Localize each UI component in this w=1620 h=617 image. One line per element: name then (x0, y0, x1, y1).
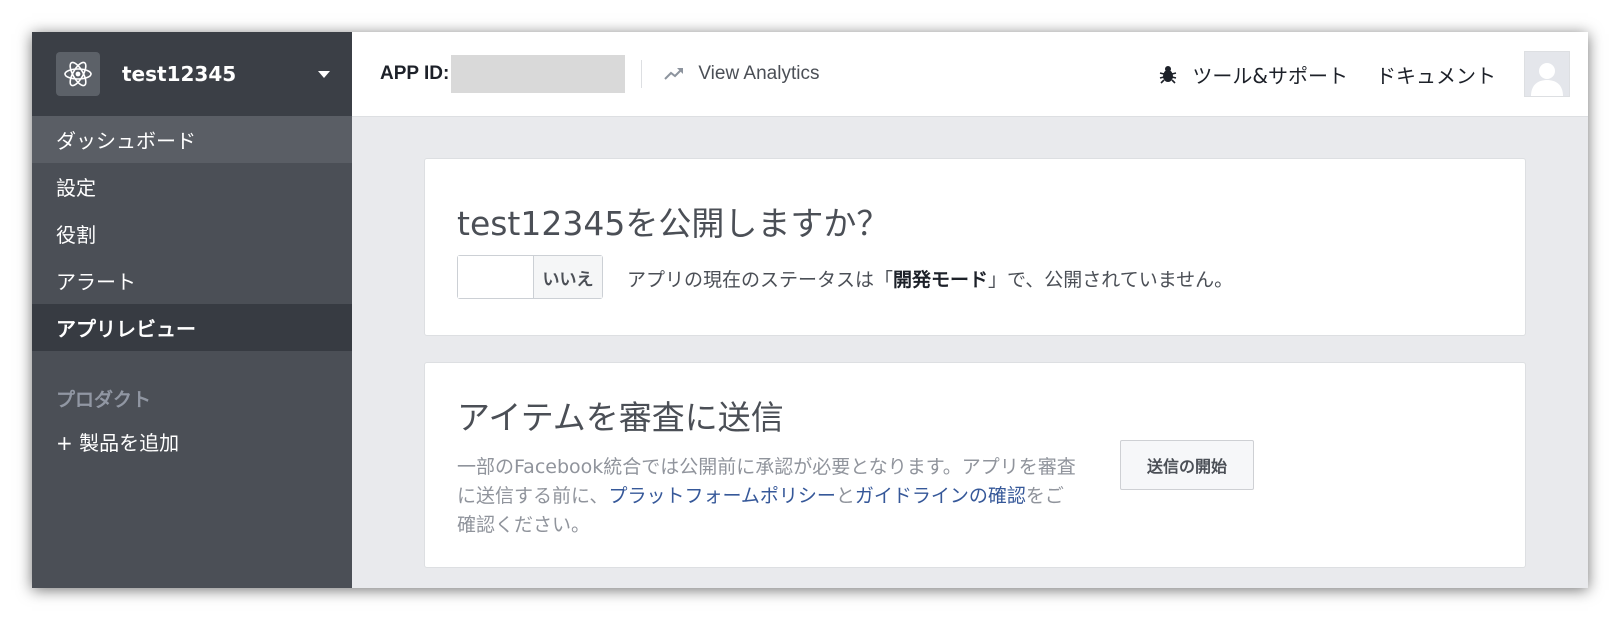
user-silhouette-icon (1531, 63, 1563, 96)
sidebar-item-roles[interactable]: 役割 (32, 210, 352, 257)
submit-title: アイテムを審査に送信 (457, 398, 784, 437)
guidelines-link[interactable]: ガイドラインの確認 (855, 485, 1026, 507)
tools-support-label: ツール&サポート (1192, 63, 1348, 88)
view-analytics-link[interactable]: View Analytics (664, 63, 819, 85)
tools-support-link[interactable]: ツール&サポート (1158, 60, 1348, 89)
publish-title: test12345を公開しますか？ (457, 204, 890, 243)
bug-icon (1160, 66, 1177, 84)
sidebar: test12345 ダッシュボード 設定 役割 アラート アプリレビュー プロダ… (32, 32, 352, 588)
divider (641, 60, 643, 88)
submit-card: アイテムを審査に送信 一部のFacebook統合では公開前に承認が必要となります… (424, 362, 1526, 568)
app-id-label: APP ID: (380, 63, 450, 84)
app-id-redacted (451, 55, 626, 93)
app-name: test12345 (122, 62, 237, 86)
docs-link[interactable]: ドキュメント (1376, 60, 1496, 89)
publish-toggle[interactable]: いいえ (457, 255, 603, 299)
start-submission-button[interactable]: 送信の開始 (1120, 440, 1254, 490)
app-switcher[interactable]: test12345 (32, 32, 352, 116)
platform-policy-link[interactable]: プラットフォームポリシー (608, 485, 835, 507)
toggle-label: いいえ (534, 256, 602, 298)
atom-icon (56, 52, 100, 96)
view-analytics-label: View Analytics (698, 63, 820, 84)
status-text: アプリの現在のステータスは「開発モード」で、公開されていません。 (627, 269, 1234, 291)
sidebar-item-app-review[interactable]: アプリレビュー (32, 304, 352, 351)
avatar[interactable] (1524, 51, 1570, 97)
status-mode: 開発モード (893, 269, 989, 291)
trend-up-icon (664, 68, 684, 80)
top-bar: APP ID: View Analytics ツール&サポート ドキュメント (352, 32, 1588, 117)
add-product-link[interactable]: + 製品を追加 (32, 409, 352, 456)
sidebar-item-settings[interactable]: 設定 (32, 163, 352, 210)
sidebar-item-dashboard[interactable]: ダッシュボード (32, 116, 352, 163)
publish-card: test12345を公開しますか？ いいえ アプリの現在のステータスは「開発モー… (424, 158, 1526, 336)
chevron-down-icon (318, 70, 330, 78)
toggle-knob (458, 256, 534, 298)
submit-description: 一部のFacebook統合では公開前に承認が必要となります。アプリを審査に送信す… (457, 456, 1076, 536)
app-window: test12345 ダッシュボード 設定 役割 アラート アプリレビュー プロダ… (32, 32, 1588, 588)
sidebar-item-alerts[interactable]: アラート (32, 257, 352, 304)
products-section-label: プロダクト (56, 389, 152, 411)
